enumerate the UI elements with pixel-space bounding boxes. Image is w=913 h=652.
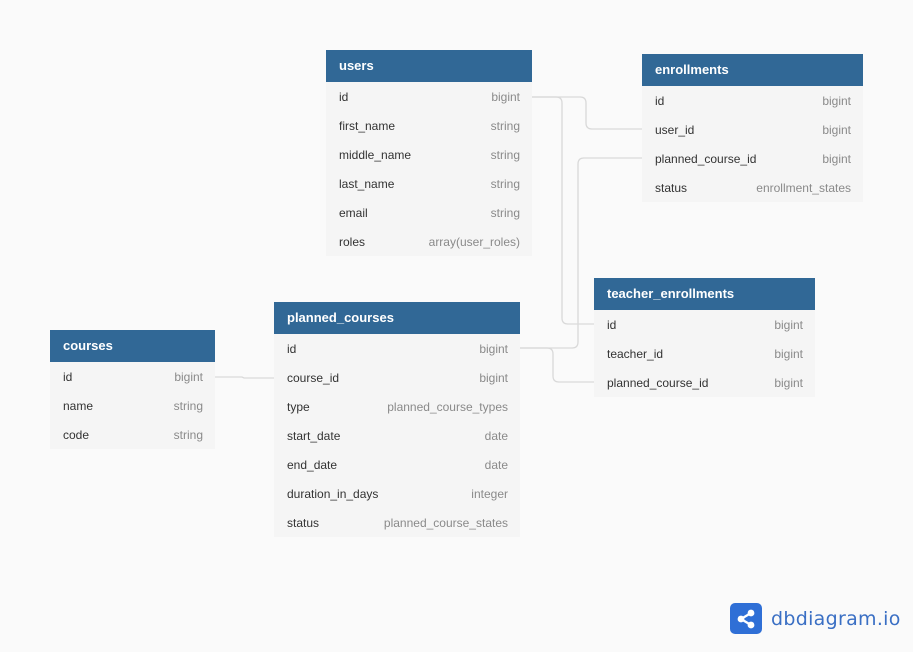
column-type: string xyxy=(490,147,520,162)
column-name: code xyxy=(63,427,90,442)
column-type: string xyxy=(490,205,520,220)
column-type: enrollment_states xyxy=(756,180,851,195)
column-row[interactable]: last_name string xyxy=(326,169,532,198)
brand-text: dbdiagram.io xyxy=(771,607,901,630)
column-row[interactable]: user_id bigint xyxy=(642,115,863,144)
column-row[interactable]: middle_name string xyxy=(326,140,532,169)
column-name: id xyxy=(339,89,349,104)
column-type: date xyxy=(484,457,508,472)
column-name: planned_course_id xyxy=(607,375,709,390)
column-type: bigint xyxy=(774,346,803,361)
column-type: string xyxy=(173,398,203,413)
column-row[interactable]: id bigint xyxy=(326,82,532,111)
column-type: bigint xyxy=(491,89,520,104)
column-name: name xyxy=(63,398,94,413)
column-type: planned_course_types xyxy=(387,399,508,414)
column-name: first_name xyxy=(339,118,396,133)
column-type: integer xyxy=(471,486,508,501)
column-type: date xyxy=(484,428,508,443)
table-users[interactable]: users id bigint first_name string middle_nam… xyxy=(326,50,532,256)
connector-courses-planned-courses xyxy=(215,376,274,379)
column-row[interactable]: planned_course_id bigint xyxy=(594,368,815,397)
column-name: id xyxy=(655,93,665,108)
column-type: array(user_roles) xyxy=(428,234,520,249)
column-type: bigint xyxy=(479,370,508,385)
column-row[interactable]: type planned_course_types xyxy=(274,392,520,421)
column-type: bigint xyxy=(774,317,803,332)
column-row[interactable]: status enrollment_states xyxy=(642,173,863,202)
column-name: end_date xyxy=(287,457,338,472)
column-name: status xyxy=(287,515,320,530)
column-name: course_id xyxy=(287,370,340,385)
column-row[interactable]: end_date date xyxy=(274,450,520,479)
column-row[interactable]: name string xyxy=(50,391,215,420)
column-type: bigint xyxy=(479,341,508,356)
column-type: bigint xyxy=(822,151,851,166)
column-type: string xyxy=(490,118,520,133)
column-row[interactable]: first_name string xyxy=(326,111,532,140)
column-row[interactable]: start_date date xyxy=(274,421,520,450)
table-teacher-enrollments[interactable]: teacher_enrollments id bigint teacher_id bi… xyxy=(594,278,815,397)
connector-users-enrollments xyxy=(532,96,642,130)
column-type: bigint xyxy=(774,375,803,390)
column-name: user_id xyxy=(655,122,695,137)
table-header[interactable]: users xyxy=(326,50,532,82)
column-row[interactable]: id bigint xyxy=(594,310,815,339)
connector-users-teacher-enrollments xyxy=(532,96,594,325)
column-name: type xyxy=(287,399,310,414)
share-icon xyxy=(730,603,762,634)
column-name: planned_course_id xyxy=(655,151,757,166)
column-row[interactable]: id bigint xyxy=(50,362,215,391)
connector-planned-courses-teacher-enrollments xyxy=(520,347,594,383)
column-name: id xyxy=(63,369,73,384)
column-row[interactable]: duration_in_days integer xyxy=(274,479,520,508)
column-name: start_date xyxy=(287,428,341,443)
column-row[interactable]: id bigint xyxy=(274,334,520,363)
column-type: bigint xyxy=(174,369,203,384)
column-type: planned_course_states xyxy=(383,515,508,530)
column-row[interactable]: code string xyxy=(50,420,215,449)
column-row[interactable]: email string xyxy=(326,198,532,227)
column-name: id xyxy=(287,341,297,356)
column-name: teacher_id xyxy=(607,346,664,361)
brand-logo-link[interactable]: dbdiagram.io xyxy=(730,603,901,634)
column-row[interactable]: planned_course_id bigint xyxy=(642,144,863,173)
column-name: email xyxy=(339,205,368,220)
column-name: duration_in_days xyxy=(287,486,379,501)
column-type: bigint xyxy=(822,122,851,137)
column-type: string xyxy=(173,427,203,442)
table-enrollments[interactable]: enrollments id bigint user_id bigint planned… xyxy=(642,54,863,202)
column-name: id xyxy=(607,317,617,332)
column-name: roles xyxy=(339,234,366,249)
column-type: string xyxy=(490,176,520,191)
table-header[interactable]: courses xyxy=(50,330,215,362)
table-courses[interactable]: courses id bigint name string code string xyxy=(50,330,215,449)
column-row[interactable]: teacher_id bigint xyxy=(594,339,815,368)
table-header[interactable]: enrollments xyxy=(642,54,863,86)
column-row[interactable]: id bigint xyxy=(642,86,863,115)
column-name: last_name xyxy=(339,176,395,191)
column-row[interactable]: status planned_course_states xyxy=(274,508,520,537)
column-type: bigint xyxy=(822,93,851,108)
table-header[interactable]: teacher_enrollments xyxy=(594,278,815,310)
column-name: status xyxy=(655,180,688,195)
column-name: middle_name xyxy=(339,147,412,162)
table-header[interactable]: planned_courses xyxy=(274,302,520,334)
table-planned-courses[interactable]: planned_courses id bigint course_id bigint t… xyxy=(274,302,520,537)
column-row[interactable]: course_id bigint xyxy=(274,363,520,392)
column-row[interactable]: roles array(user_roles) xyxy=(326,227,532,256)
